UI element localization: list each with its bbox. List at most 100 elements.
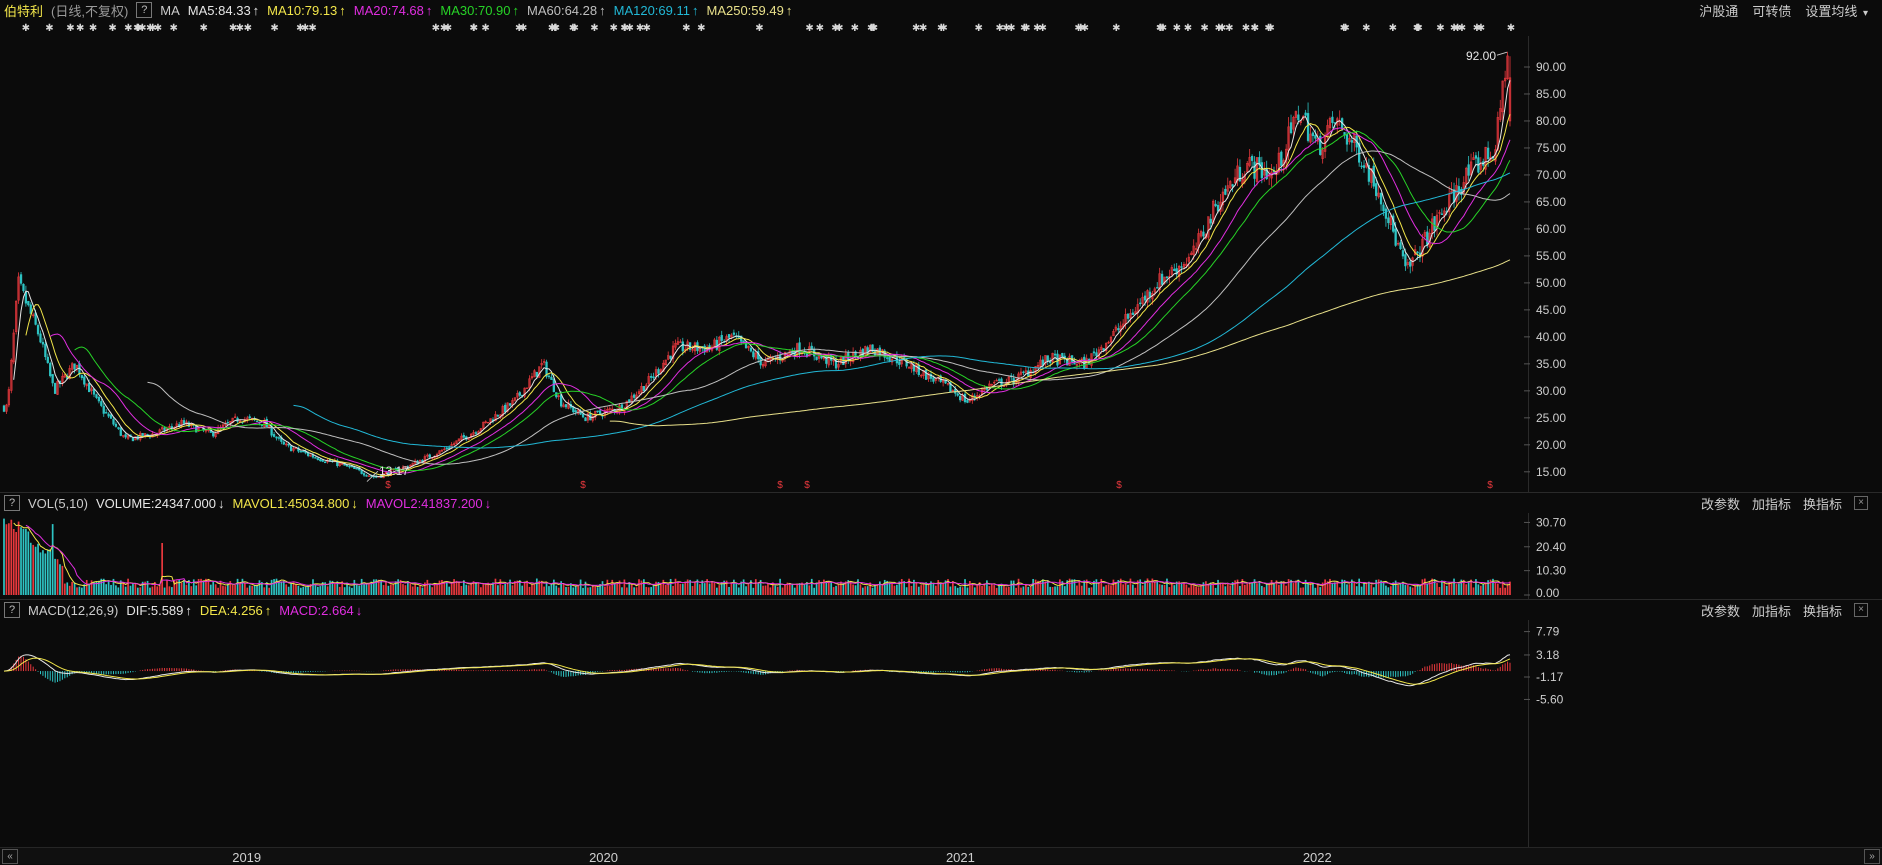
news-marker-icon[interactable]: ✱ bbox=[974, 23, 982, 34]
news-marker-icon[interactable]: ✱ bbox=[851, 23, 859, 34]
news-marker-icon[interactable]: ✱ bbox=[170, 23, 178, 34]
ma-label[interactable]: MA bbox=[160, 3, 180, 18]
event-flag-icon[interactable]: $ bbox=[580, 480, 586, 491]
macd-chart[interactable]: 7.79 3.18 -1.17 -5.60 bbox=[0, 620, 1882, 848]
news-marker-icon[interactable]: ✱ bbox=[1184, 23, 1192, 34]
news-marker-icon[interactable]: ✱ bbox=[89, 23, 97, 34]
news-marker-icon[interactable]: ✱ bbox=[1362, 23, 1370, 34]
volume-bar bbox=[1003, 584, 1005, 595]
news-marker-icon[interactable]: ✱ bbox=[1413, 23, 1421, 34]
news-marker-icon[interactable]: ✱ bbox=[45, 23, 53, 34]
price-chart[interactable]: 90.00 85.00 80.00 75.00 70.00 65.00 60.00 55.00… bbox=[0, 36, 1882, 492]
news-marker-icon[interactable]: ✱ bbox=[1242, 23, 1250, 34]
news-marker-icon[interactable]: ✱ bbox=[1200, 23, 1208, 34]
news-marker-icon[interactable]: ✱ bbox=[697, 23, 705, 34]
news-marker-icon[interactable]: ✱ bbox=[625, 23, 633, 34]
news-marker-icon[interactable]: ✱ bbox=[1215, 23, 1223, 34]
news-marker-icon[interactable]: ✱ bbox=[995, 23, 1003, 34]
news-marker-icon[interactable]: ✱ bbox=[937, 23, 945, 34]
event-flag-icon[interactable]: $ bbox=[1487, 480, 1493, 491]
news-marker-icon[interactable]: ✱ bbox=[200, 23, 208, 34]
event-flag-icon[interactable]: $ bbox=[385, 480, 391, 491]
macd-close-icon[interactable]: × bbox=[1854, 603, 1868, 617]
news-marker-icon[interactable]: ✱ bbox=[636, 23, 644, 34]
volume-chart[interactable]: 30.70 20.40 10.30 0.00 bbox=[0, 513, 1882, 599]
news-marker-icon[interactable]: ✱ bbox=[1112, 23, 1120, 34]
ma-settings-button[interactable]: 设置均线 ▾ bbox=[1805, 1, 1868, 20]
news-marker-icon[interactable]: ✱ bbox=[1341, 23, 1349, 34]
news-marker-icon[interactable]: ✱ bbox=[548, 23, 556, 34]
news-marker-icon[interactable]: ✱ bbox=[1250, 23, 1258, 34]
news-marker-icon[interactable]: ✱ bbox=[296, 23, 304, 34]
help-button[interactable]: ? bbox=[136, 2, 153, 18]
volume-edit-params-button[interactable]: 改参数 bbox=[1701, 494, 1740, 513]
news-marker-icon[interactable]: ✱ bbox=[919, 23, 927, 34]
news-marker-icon[interactable]: ✱ bbox=[805, 23, 813, 34]
news-marker-icon[interactable]: ✱ bbox=[1033, 23, 1041, 34]
news-marker-icon[interactable]: ✱ bbox=[1507, 23, 1515, 34]
news-marker-icon[interactable]: ✱ bbox=[1173, 23, 1181, 34]
stock-name[interactable]: 伯特利 bbox=[4, 1, 43, 20]
volume-switch-indicator-button[interactable]: 换指标 bbox=[1803, 494, 1842, 513]
news-marker-icon[interactable]: ✱ bbox=[134, 23, 142, 34]
news-marker-icon[interactable]: ✱ bbox=[1225, 23, 1233, 34]
price-tick-label: 45.00 bbox=[1536, 303, 1566, 317]
macd-help-button[interactable]: ? bbox=[4, 602, 20, 618]
news-marker-icon[interactable]: ✱ bbox=[1477, 23, 1485, 34]
event-flag-icon[interactable]: $ bbox=[777, 480, 783, 491]
news-marker-icon[interactable]: ✱ bbox=[1436, 23, 1444, 34]
candle-body bbox=[348, 465, 351, 468]
news-marker-icon[interactable]: ✱ bbox=[108, 23, 116, 34]
macd-tick-label: 7.79 bbox=[1536, 625, 1560, 639]
news-marker-icon[interactable]: ✱ bbox=[1007, 23, 1015, 34]
news-marker-icon[interactable]: ✱ bbox=[1081, 23, 1089, 34]
volume-help-button[interactable]: ? bbox=[4, 495, 20, 511]
volume-bar bbox=[358, 585, 361, 595]
volume-bar bbox=[820, 582, 823, 595]
news-marker-icon[interactable]: ✱ bbox=[444, 23, 452, 34]
hugutong-link[interactable]: 沪股通 bbox=[1699, 1, 1738, 20]
volume-bar bbox=[268, 587, 271, 595]
event-flag-icon[interactable]: $ bbox=[804, 480, 810, 491]
news-marker-icon[interactable]: ✱ bbox=[1020, 23, 1028, 34]
volume-bar bbox=[932, 583, 935, 595]
macd-edit-params-button[interactable]: 改参数 bbox=[1701, 601, 1740, 620]
news-marker-icon[interactable]: ✱ bbox=[481, 23, 489, 34]
volume-close-icon[interactable]: × bbox=[1854, 496, 1868, 510]
news-marker-icon[interactable]: ✱ bbox=[66, 23, 74, 34]
event-flag-icon[interactable]: $ bbox=[1116, 480, 1122, 491]
news-marker-icon[interactable]: ✱ bbox=[1156, 23, 1164, 34]
news-marker-icon[interactable]: ✱ bbox=[236, 23, 244, 34]
macd-switch-indicator-button[interactable]: 换指标 bbox=[1803, 601, 1842, 620]
news-marker-icon[interactable]: ✱ bbox=[835, 23, 843, 34]
news-marker-icon[interactable]: ✱ bbox=[469, 23, 477, 34]
volume-add-indicator-button[interactable]: 加指标 bbox=[1752, 494, 1791, 513]
news-marker-icon[interactable]: ✱ bbox=[609, 23, 617, 34]
news-marker-icon[interactable]: ✱ bbox=[124, 23, 132, 34]
news-marker-icon[interactable]: ✱ bbox=[1389, 23, 1397, 34]
news-marker-icon[interactable]: ✱ bbox=[432, 23, 440, 34]
news-marker-icon[interactable]: ✱ bbox=[308, 23, 316, 34]
news-marker-icon[interactable]: ✱ bbox=[270, 23, 278, 34]
news-marker-icon[interactable]: ✱ bbox=[571, 23, 579, 34]
news-marker-icon[interactable]: ✱ bbox=[1264, 23, 1272, 34]
scroll-left-button[interactable]: « bbox=[2, 849, 18, 864]
scroll-right-button[interactable]: » bbox=[1864, 849, 1880, 864]
news-marker-icon[interactable]: ✱ bbox=[22, 23, 30, 34]
news-marker-icon[interactable]: ✱ bbox=[149, 23, 157, 34]
news-marker-icon[interactable]: ✱ bbox=[755, 23, 763, 34]
macd-add-indicator-button[interactable]: 加指标 bbox=[1752, 601, 1791, 620]
news-marker-icon[interactable]: ✱ bbox=[519, 23, 527, 34]
news-marker-icon[interactable]: ✱ bbox=[590, 23, 598, 34]
convertible-bond-link[interactable]: 可转债 bbox=[1752, 1, 1791, 20]
news-marker-icon[interactable]: ✱ bbox=[1453, 23, 1461, 34]
date-axis-scrollbar[interactable]: « 2019 2020 2021 2022 » bbox=[0, 847, 1882, 865]
volume-indicator-name[interactable]: VOL(5,10) bbox=[28, 496, 88, 511]
news-marker-icon[interactable]: ✱ bbox=[682, 23, 690, 34]
news-marker-icon[interactable]: ✱ bbox=[867, 23, 875, 34]
macd-indicator-name[interactable]: MACD(12,26,9) bbox=[28, 603, 118, 618]
news-marker-icon[interactable]: ✱ bbox=[816, 23, 824, 34]
news-marker-icon[interactable]: ✱ bbox=[244, 23, 252, 34]
volume-bar bbox=[297, 585, 300, 595]
news-marker-icon[interactable]: ✱ bbox=[76, 23, 84, 34]
